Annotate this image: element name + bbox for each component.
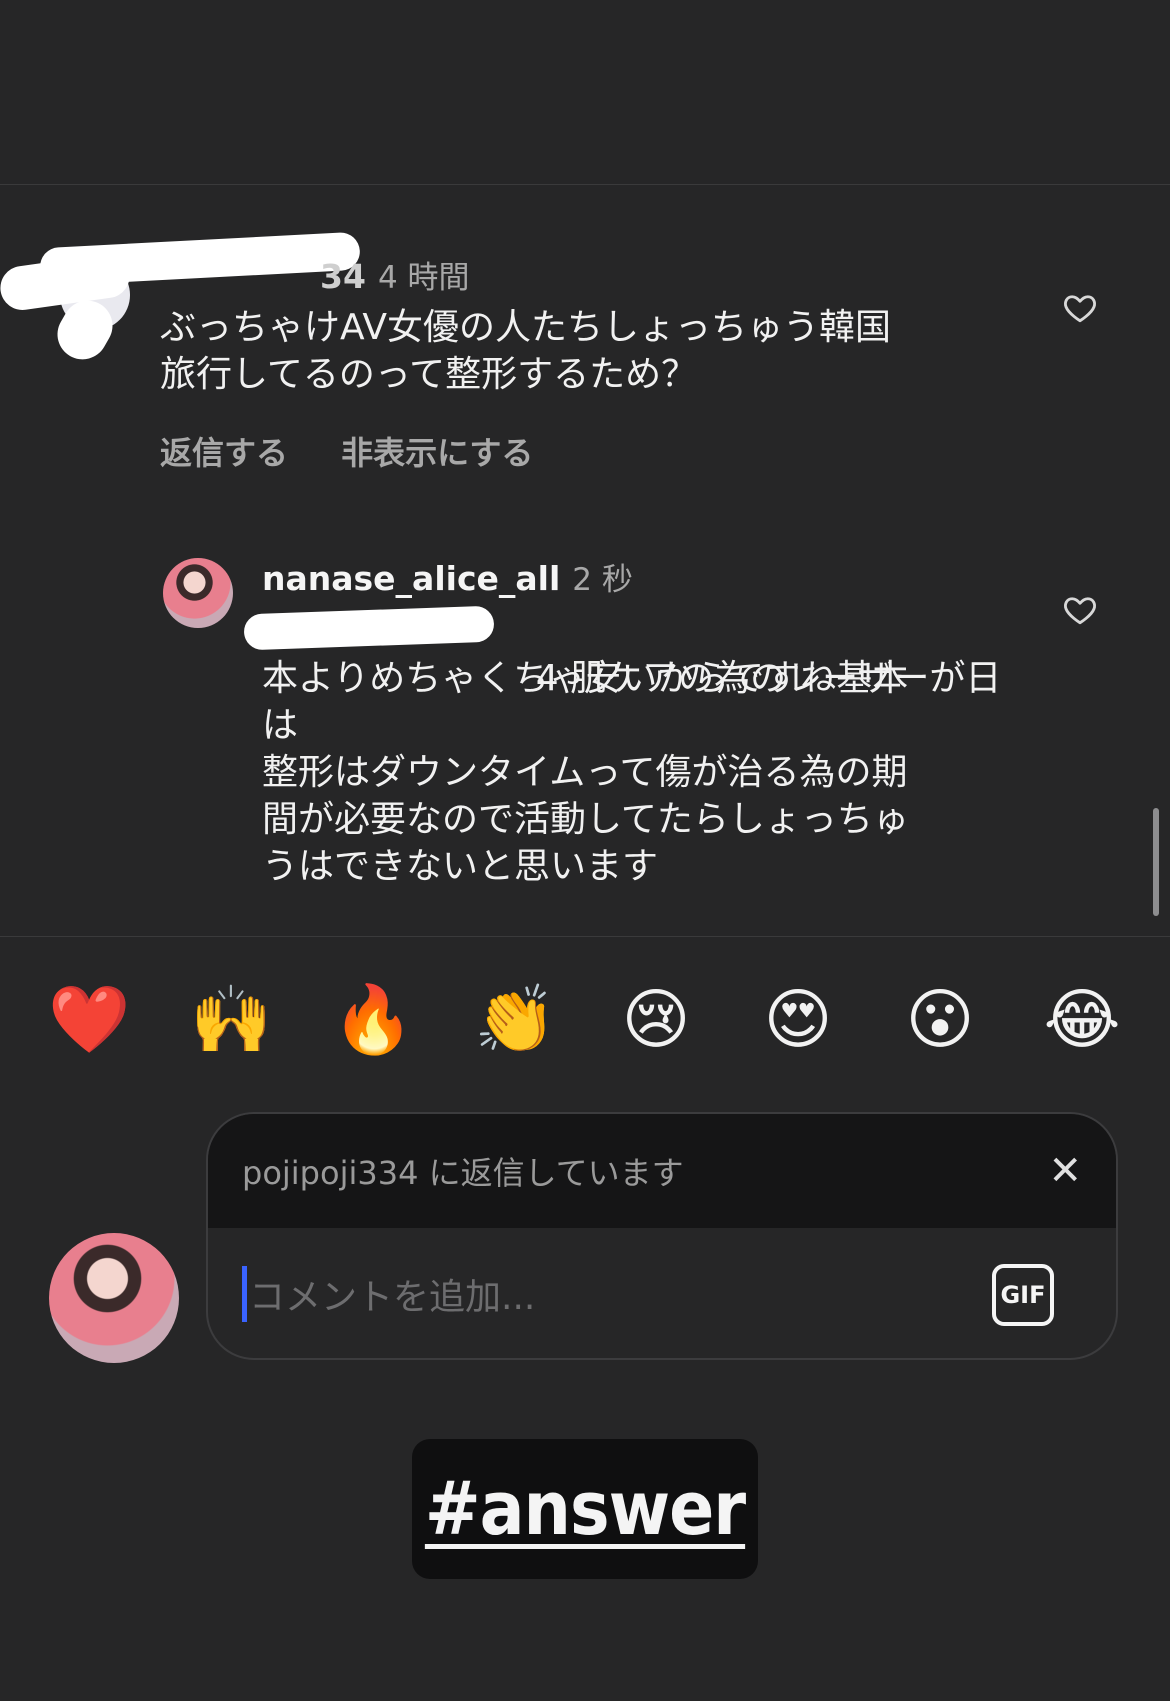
comment-header: 34 4 時間 <box>320 252 470 297</box>
username[interactable]: nanase_alice_all <box>262 559 560 598</box>
top-divider <box>0 184 1170 185</box>
timestamp: 4 時間 <box>377 260 470 296</box>
comment-actions: 返信する 非表示にする <box>160 428 581 474</box>
hashtag-sticker[interactable]: #answer <box>412 1439 758 1579</box>
text-caret <box>242 1266 247 1322</box>
reaction-tears-of-joy[interactable]: 😂 <box>1042 980 1122 1060</box>
gif-button[interactable]: GIF <box>992 1264 1054 1326</box>
comment-placeholder: コメントを追加... <box>249 1277 536 1318</box>
reaction-fire[interactable]: 🔥 <box>332 980 414 1060</box>
replying-to-label: pojipoji334 に返信しています <box>242 1154 684 1192</box>
hide-button[interactable]: 非表示にする <box>341 434 533 472</box>
reactions-divider <box>0 936 1170 937</box>
reaction-raising-hands[interactable]: 🙌 <box>190 980 272 1060</box>
comment-text: ぶっちゃけAV女優の人たちしょっちゅう韓国 旅行してるのって整形するため？ <box>160 307 891 395</box>
gif-label: GIF <box>1000 1281 1046 1309</box>
composer-avatar[interactable] <box>49 1233 179 1363</box>
redaction-scribble <box>39 231 361 287</box>
reaction-clapping-hands[interactable]: 👏 <box>474 980 556 1060</box>
scrollbar[interactable] <box>1153 808 1159 916</box>
heart-outline-icon[interactable] <box>1062 290 1098 326</box>
replying-to-banner: pojipoji334 に返信しています ✕ <box>208 1114 1116 1228</box>
comment-header: nanase_alice_all 2 秒 <box>262 554 633 599</box>
avatar[interactable] <box>163 558 233 628</box>
reaction-crying-face[interactable]: 😢 <box>616 980 696 1060</box>
reaction-bar: ❤️ 🙌 🔥 👏 😢 😍 😮 😂 <box>0 980 1170 1065</box>
reply-button[interactable]: 返信する <box>160 434 288 472</box>
comment: 34 4 時間 ぶっちゃけAV女優の人たちしょっちゅう韓国 旅行してるのって整形す… <box>0 231 1170 480</box>
username[interactable]: 34 <box>320 257 366 296</box>
close-icon[interactable]: ✕ <box>1048 1148 1082 1194</box>
reaction-surprised-face[interactable]: 😮 <box>900 980 980 1060</box>
comment-input[interactable]: コメントを追加... GIF <box>208 1228 1116 1358</box>
reply-comment: nanase_alice_all 2 秒 4 肌ケアの為のレーザーが日 本よりめち… <box>0 552 1170 922</box>
comment-composer: pojipoji334 に返信しています ✕ コメントを追加... GIF <box>206 1112 1118 1360</box>
heart-outline-icon[interactable] <box>1062 592 1098 628</box>
hashtag-text: #answer <box>424 1466 746 1552</box>
reaction-heart-eyes[interactable]: 😍 <box>758 980 838 1060</box>
timestamp: 2 秒 <box>572 562 633 598</box>
comment-text-body: 本よりめちゃくちゃ安いからですね基本 は 整形はダウンタイムって傷が治る為の期 … <box>262 658 909 887</box>
reaction-red-heart[interactable]: ❤️ <box>48 980 130 1060</box>
